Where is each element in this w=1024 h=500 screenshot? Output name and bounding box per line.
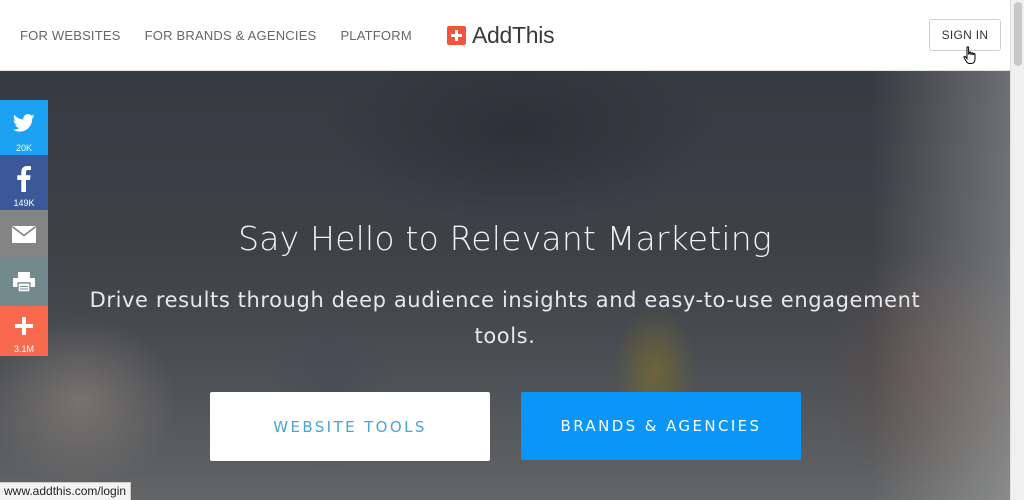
site-header: FOR WEBSITES FOR BRANDS & AGENCIES PLATF… xyxy=(0,0,1010,71)
logo-text: AddThis xyxy=(472,22,555,48)
share-email[interactable] xyxy=(0,210,48,258)
twitter-count: 20K xyxy=(15,143,32,153)
page-scrollbar[interactable] xyxy=(1010,0,1024,500)
plus-icon xyxy=(15,317,33,335)
hero-section: Say Hello to Relevant Marketing Drive re… xyxy=(0,71,1010,500)
brands-agencies-button[interactable]: BRANDS & AGENCIES xyxy=(521,392,801,460)
share-print[interactable] xyxy=(0,258,48,306)
main-nav: FOR WEBSITES FOR BRANDS & AGENCIES PLATF… xyxy=(20,28,412,43)
nav-platform[interactable]: PLATFORM xyxy=(340,28,411,43)
hand-cursor-icon xyxy=(963,46,976,64)
hero-subtitle: Drive results through deep audience insi… xyxy=(89,288,921,348)
print-icon xyxy=(13,272,35,292)
hero-title: Say Hello to Relevant Marketing xyxy=(238,219,772,258)
share-facebook[interactable]: 149K xyxy=(0,155,48,210)
facebook-count: 149K xyxy=(13,198,35,208)
twitter-icon xyxy=(13,113,35,132)
facebook-icon xyxy=(17,165,31,192)
addthis-logo[interactable]: AddThis xyxy=(447,22,555,49)
share-more[interactable]: 3.1M xyxy=(0,306,48,356)
share-twitter[interactable]: 20K xyxy=(0,100,48,155)
share-sidebar: 20K 149K 3.1M xyxy=(0,100,48,356)
nav-for-websites[interactable]: FOR WEBSITES xyxy=(20,28,121,43)
more-count: 3.1M xyxy=(13,344,34,354)
status-bar-url: www.addthis.com/login xyxy=(0,482,132,500)
plus-logo-icon xyxy=(447,26,466,45)
scrollbar-thumb[interactable] xyxy=(1014,2,1022,66)
email-icon xyxy=(12,225,36,243)
nav-for-brands-agencies[interactable]: FOR BRANDS & AGENCIES xyxy=(145,28,317,43)
website-tools-button[interactable]: WEBSITE TOOLS xyxy=(210,392,490,461)
